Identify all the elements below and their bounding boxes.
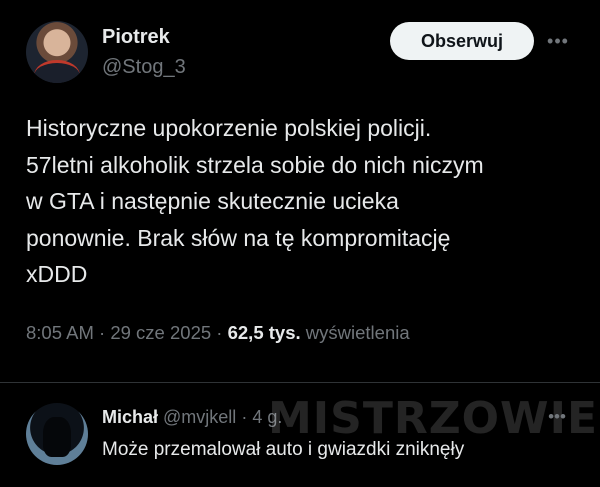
reply-more-options-icon[interactable]: •••: [542, 405, 572, 429]
tweet-text-line: 57letni alkoholik strzela sobie do nich …: [26, 151, 484, 178]
tweet-text: Historyczne upokorzenie polskiej policji…: [26, 110, 586, 293]
tweet-text-line: w GTA i następnie skutecznie ucieka: [26, 188, 399, 214]
reply-separator: ·: [241, 407, 248, 427]
tweet: Piotrek @Stog_3 Obserwuj ••• Historyczne…: [0, 0, 600, 378]
views-label: wyświetlenia: [305, 322, 410, 343]
reply-header: Michał @mvjkell · 4 g.: [102, 407, 282, 428]
more-options-icon[interactable]: •••: [542, 28, 574, 54]
author-handle[interactable]: @Stog_3: [102, 56, 186, 79]
views-count[interactable]: 62,5 tys.: [228, 322, 301, 343]
tweet-time[interactable]: 8:05 AM: [26, 322, 94, 343]
tweet-text-line: xDDD: [26, 261, 88, 287]
tweet-text-line: Historyczne upokorzenie polskiej policji…: [26, 115, 432, 141]
reply-author-handle[interactable]: @mvjkell: [163, 407, 236, 427]
author-name[interactable]: Piotrek: [102, 26, 170, 49]
reply-author-avatar[interactable]: [26, 403, 88, 465]
tweet-meta: 8:05 AM · 29 cze 2025 · 62,5 tys. wyświe…: [26, 322, 410, 344]
author-avatar[interactable]: [26, 21, 88, 83]
tweet-date[interactable]: 29 cze 2025: [110, 322, 211, 343]
reply-author-name[interactable]: Michał: [102, 407, 158, 427]
tweet-text-line: ponownie. Brak słów na tę kompromitację: [26, 224, 451, 251]
reply[interactable]: Michał @mvjkell · 4 g. MISTRZOWIE ••• Mo…: [0, 383, 600, 487]
meta-separator: ·: [216, 322, 223, 343]
reply-text: Może przemalował auto i gwiazdki zniknęł…: [102, 439, 465, 460]
meta-separator: ·: [99, 322, 106, 343]
follow-button[interactable]: Obserwuj: [390, 22, 534, 60]
